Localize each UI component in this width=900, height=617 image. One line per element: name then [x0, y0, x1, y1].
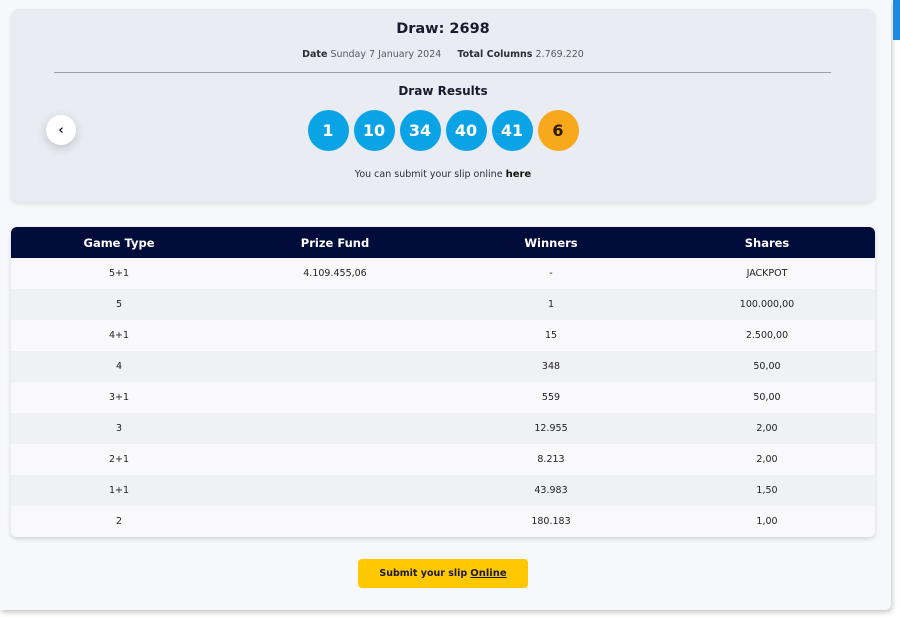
table-row: 4+1 15 2.500,00 [11, 320, 875, 351]
cell-shares: JACKPOT [746, 268, 788, 279]
here-link[interactable]: here [506, 169, 532, 180]
number-ball: 1 [307, 110, 349, 151]
draw-panel: Draw: 2698 Date Sunday 7 January 2024 To… [11, 9, 875, 202]
cell-game-type: 1+1 [108, 485, 130, 496]
table-row: 5 1 100.000,00 [11, 289, 875, 320]
number-balls: 1 10 34 40 41 6 [11, 110, 875, 151]
cell-winners: 8.213 [537, 454, 565, 465]
prize-table: Game Type Prize Fund Winners Shares 5+1 … [11, 227, 875, 537]
date-value: Sunday 7 January 2024 [330, 49, 442, 60]
cell-winners: 1 [547, 299, 555, 310]
cell-shares: 1,00 [756, 516, 778, 527]
cell-winners: 348 [541, 361, 561, 372]
online-link[interactable]: Online [470, 568, 506, 579]
cell-winners: - [549, 268, 553, 279]
table-row: 2+1 8.213 2,00 [11, 444, 875, 475]
header-shares: Shares [744, 235, 790, 250]
cell-shares: 50,00 [753, 361, 781, 372]
total-columns-value: 2.769.220 [535, 49, 584, 60]
bonus-ball: 6 [537, 110, 579, 151]
table-row: 5+1 4.109.455,06 - JACKPOT [11, 258, 875, 289]
table-row: 2 180.183 1,00 [11, 506, 875, 537]
submit-slip-button[interactable]: Submit your slip Online [358, 559, 528, 588]
cell-shares: 2,00 [756, 423, 778, 434]
header-winners: Winners [524, 235, 578, 250]
number-ball: 40 [445, 110, 487, 151]
total-columns-label: Total Columns [457, 49, 533, 60]
number-ball: 41 [491, 110, 533, 151]
cell-game-type: 2 [115, 516, 123, 527]
draw-meta: Date Sunday 7 January 2024 Total Columns… [11, 49, 875, 60]
table-header: Game Type Prize Fund Winners Shares [11, 227, 875, 258]
cell-shares: 2,00 [756, 454, 778, 465]
date-label: Date [302, 49, 328, 60]
cell-game-type: 5+1 [108, 268, 130, 279]
cell-winners: 43.983 [534, 485, 568, 496]
table-row: 3+1 559 50,00 [11, 382, 875, 413]
page-card: Draw: 2698 Date Sunday 7 January 2024 To… [0, 0, 891, 610]
cell-game-type: 4+1 [108, 330, 130, 341]
table-row: 4 348 50,00 [11, 351, 875, 382]
header-game-type: Game Type [83, 235, 155, 250]
cell-game-type: 3+1 [108, 392, 130, 403]
draw-results-heading: Draw Results [398, 84, 488, 98]
cell-prize-fund: 4.109.455,06 [303, 268, 367, 279]
cell-winners: 559 [541, 392, 561, 403]
side-tab [893, 0, 900, 40]
cell-winners: 180.183 [531, 516, 571, 527]
cell-shares: 50,00 [753, 392, 781, 403]
number-ball: 10 [353, 110, 395, 151]
cell-shares: 2.500,00 [745, 330, 789, 341]
table-row: 1+1 43.983 1,50 [11, 475, 875, 506]
header-prize-fund: Prize Fund [300, 235, 370, 250]
number-ball: 34 [399, 110, 441, 151]
draw-title: Draw: 2698 [396, 21, 490, 37]
cell-game-type: 5 [115, 299, 123, 310]
submit-note-text: You can submit your slip online [354, 169, 503, 180]
cell-winners: 12.955 [534, 423, 568, 434]
submit-note: You can submit your slip online here [11, 169, 875, 180]
submit-slip-label: Submit your slip [379, 568, 468, 579]
cell-winners: 15 [544, 330, 558, 341]
cell-shares: 100.000,00 [739, 299, 795, 310]
cell-shares: 1,50 [756, 485, 778, 496]
cell-game-type: 3 [115, 423, 123, 434]
cell-game-type: 2+1 [108, 454, 130, 465]
table-row: 3 12.955 2,00 [11, 413, 875, 444]
divider [54, 72, 831, 73]
cell-game-type: 4 [115, 361, 123, 372]
